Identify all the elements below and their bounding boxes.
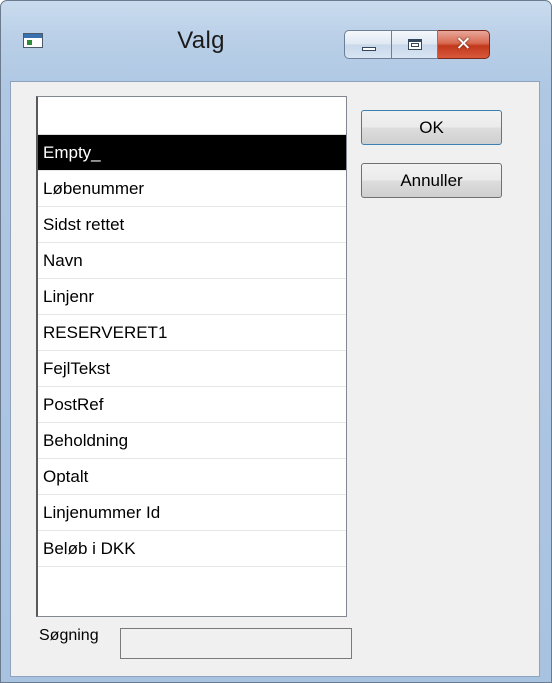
list-item[interactable]: Løbenummer — [38, 171, 346, 207]
close-button[interactable]: ✕ — [438, 30, 490, 59]
list-item[interactable]: Beholdning — [38, 423, 346, 459]
list-item[interactable]: RESERVERET1 — [38, 315, 346, 351]
list-item[interactable]: Navn — [38, 243, 346, 279]
minimize-button[interactable] — [344, 30, 392, 59]
list-item[interactable]: FejlTekst — [38, 351, 346, 387]
search-input[interactable] — [120, 628, 352, 659]
list-item[interactable]: Sidst rettet — [38, 207, 346, 243]
search-label: Søgning — [39, 627, 99, 644]
title-bar[interactable]: Valg ✕ — [1, 1, 551, 61]
list-header — [38, 97, 346, 135]
dialog-client-area: Empty_ Løbenummer Sidst rettet Navn Linjenr R… — [10, 81, 540, 677]
list-item[interactable]: Optalt — [38, 459, 346, 495]
field-listbox[interactable]: Empty_ Løbenummer Sidst rettet Navn Linjenr R… — [36, 96, 347, 617]
window-title: Valg — [177, 27, 225, 54]
maximize-icon — [408, 39, 422, 50]
maximize-button[interactable] — [392, 30, 438, 59]
list-item[interactable]: PostRef — [38, 387, 346, 423]
list-item[interactable]: Beløb i DKK — [38, 531, 346, 567]
list-item[interactable]: Empty_ — [38, 135, 346, 171]
minimize-icon — [362, 47, 376, 51]
close-icon: ✕ — [455, 34, 472, 55]
list-item[interactable]: Linjenummer Id — [38, 495, 346, 531]
ok-button[interactable]: OK — [361, 110, 502, 145]
caption-buttons: ✕ — [344, 30, 490, 60]
dialog-window: Valg ✕ Empty_ Løbenummer Sidst rettet Navn L… — [0, 0, 552, 683]
list-items: Empty_ Løbenummer Sidst rettet Navn Linjenr R… — [38, 135, 346, 567]
list-item[interactable]: Linjenr — [38, 279, 346, 315]
cancel-button[interactable]: Annuller — [361, 163, 502, 198]
